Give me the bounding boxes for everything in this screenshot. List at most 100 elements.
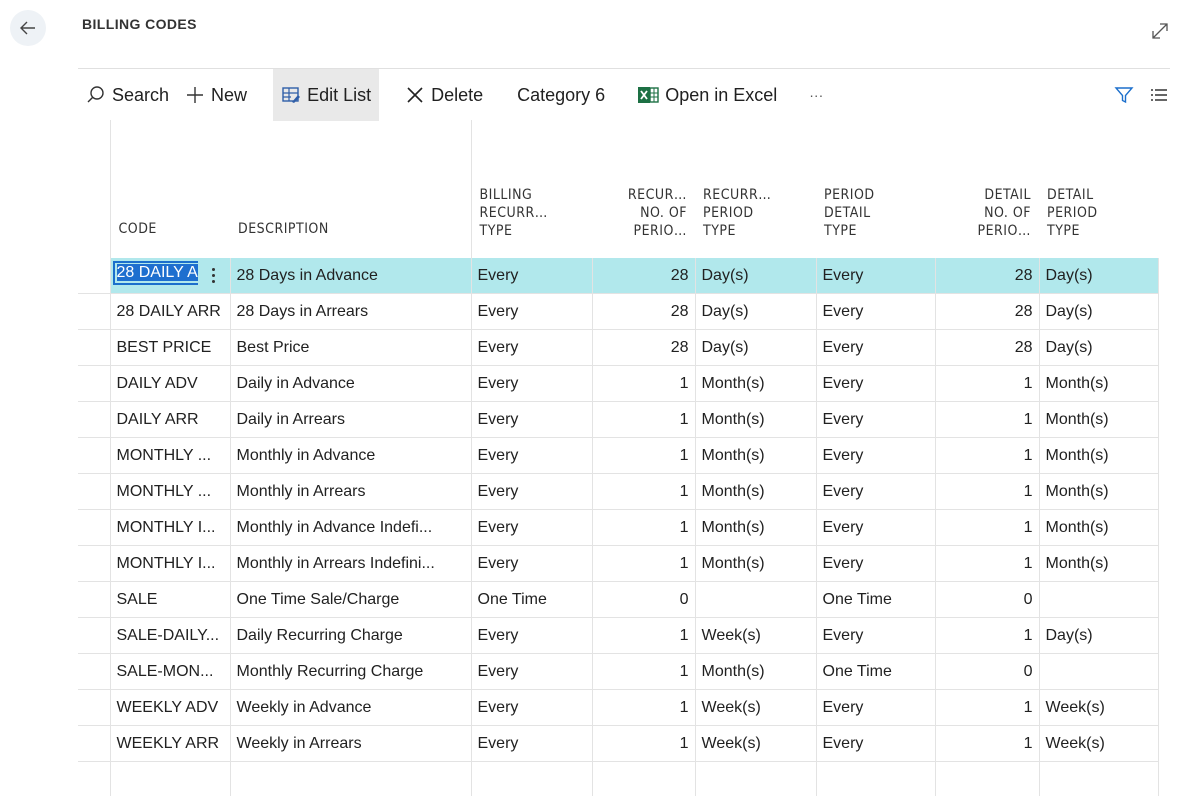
cell-rec-no[interactable]: 1	[592, 546, 695, 582]
cell-detail-no[interactable]: 1	[935, 690, 1039, 726]
cell-rec-type[interactable]: Month(s)	[695, 654, 816, 690]
cell-detail-no[interactable]: 1	[935, 474, 1039, 510]
cell-detail-type[interactable]: Day(s)	[1039, 330, 1158, 366]
cell-detail-type[interactable]	[1039, 654, 1158, 690]
table-row[interactable]: MONTHLY ...Monthly in AdvanceEvery1 Month…	[78, 438, 1158, 474]
column-header-detail-no-of-periods[interactable]: DETAIL NO. OF PERIO…	[935, 120, 1039, 258]
cell-rec-type[interactable]: Month(s)	[695, 366, 816, 402]
column-header-detail-period-type[interactable]: DETAIL PERIOD TYPE	[1039, 120, 1158, 258]
row-gutter[interactable]	[78, 690, 110, 726]
empty-row[interactable]	[78, 762, 1158, 796]
cell-detail-no[interactable]: 1	[935, 618, 1039, 654]
column-header-description[interactable]: DESCRIPTION	[230, 120, 471, 258]
cell-detail-no[interactable]: 1	[935, 366, 1039, 402]
new-button[interactable]: New	[177, 69, 255, 121]
cell-rec-type[interactable]: Month(s)	[695, 546, 816, 582]
cell-code[interactable]: MONTHLY I...	[110, 510, 230, 546]
delete-button[interactable]: Delete	[397, 69, 491, 121]
row-gutter[interactable]	[78, 258, 110, 294]
cell-period-detail[interactable]: Every	[816, 546, 935, 582]
cell-description[interactable]: Monthly in Advance	[230, 438, 471, 474]
cell-code[interactable]: 28 DAILY ARR	[110, 294, 230, 330]
cell-detail-no[interactable]: 1	[935, 510, 1039, 546]
cell-rec-type[interactable]: Week(s)	[695, 690, 816, 726]
cell-rec-no[interactable]: 28	[592, 294, 695, 330]
cell-code[interactable]: BEST PRICE	[110, 330, 230, 366]
cell-detail-type[interactable]: Week(s)	[1039, 726, 1158, 762]
row-gutter[interactable]	[78, 654, 110, 690]
table-row[interactable]: SALE-DAILY...Daily Recurring ChargeEvery…	[78, 618, 1158, 654]
cell-rec-type[interactable]	[695, 582, 816, 618]
row-gutter[interactable]	[78, 294, 110, 330]
cell-detail-type[interactable]: Month(s)	[1039, 474, 1158, 510]
empty-cell[interactable]	[110, 762, 230, 796]
cell-rec-type[interactable]: Month(s)	[695, 402, 816, 438]
cell-period-detail[interactable]: One Time	[816, 582, 935, 618]
row-gutter[interactable]	[78, 330, 110, 366]
cell-detail-type[interactable]: Month(s)	[1039, 510, 1158, 546]
cell-description[interactable]: 28 Days in Arrears	[230, 294, 471, 330]
cell-period-detail[interactable]: One Time	[816, 654, 935, 690]
row-gutter[interactable]	[78, 582, 110, 618]
cell-code[interactable]: MONTHLY ...	[110, 438, 230, 474]
cell-rec-no[interactable]: 1	[592, 654, 695, 690]
table-row[interactable]: SALE-MON...Monthly Recurring ChargeEvery…	[78, 654, 1158, 690]
cell-detail-no[interactable]: 28	[935, 330, 1039, 366]
cell-detail-type[interactable]: Month(s)	[1039, 546, 1158, 582]
table-row[interactable]: MONTHLY I...Monthly in Advance Indefi...…	[78, 510, 1158, 546]
cell-detail-type[interactable]: Day(s)	[1039, 294, 1158, 330]
cell-code[interactable]: DAILY ADV	[110, 366, 230, 402]
back-button[interactable]	[10, 10, 46, 46]
cell-description[interactable]: Monthly in Arrears Indefini...	[230, 546, 471, 582]
row-gutter[interactable]	[78, 474, 110, 510]
expand-icon[interactable]	[1149, 20, 1171, 42]
cell-detail-type[interactable]: Month(s)	[1039, 438, 1158, 474]
cell-period-detail[interactable]: Every	[816, 402, 935, 438]
cell-period-detail[interactable]: Every	[816, 258, 935, 294]
cell-period-detail[interactable]: Every	[816, 294, 935, 330]
cell-code[interactable]: 28 DAILY ADV	[110, 258, 230, 294]
edit-list-button[interactable]: Edit List	[273, 69, 379, 121]
cell-billing[interactable]: Every	[471, 474, 592, 510]
table-row[interactable]: MONTHLY I...Monthly in Arrears Indefini.…	[78, 546, 1158, 582]
cell-description[interactable]: Monthly Recurring Charge	[230, 654, 471, 690]
cell-detail-no[interactable]: 28	[935, 258, 1039, 294]
cell-code[interactable]: SALE-MON...	[110, 654, 230, 690]
category-6-button[interactable]: Category 6	[509, 69, 613, 121]
cell-description[interactable]: Daily Recurring Charge	[230, 618, 471, 654]
cell-billing[interactable]: Every	[471, 438, 592, 474]
cell-description[interactable]: 28 Days in Advance	[230, 258, 471, 294]
open-in-excel-button[interactable]: Open in Excel	[629, 69, 785, 121]
cell-billing[interactable]: Every	[471, 366, 592, 402]
row-gutter[interactable]	[78, 402, 110, 438]
cell-rec-type[interactable]: Month(s)	[695, 474, 816, 510]
cell-rec-type[interactable]: Week(s)	[695, 726, 816, 762]
cell-period-detail[interactable]: Every	[816, 330, 935, 366]
cell-description[interactable]: Weekly in Arrears	[230, 726, 471, 762]
cell-detail-no[interactable]: 0	[935, 654, 1039, 690]
cell-rec-no[interactable]: 1	[592, 690, 695, 726]
cell-rec-type[interactable]: Month(s)	[695, 510, 816, 546]
cell-code[interactable]: SALE	[110, 582, 230, 618]
cell-detail-type[interactable]: Month(s)	[1039, 366, 1158, 402]
cell-billing[interactable]: One Time	[471, 582, 592, 618]
cell-rec-no[interactable]: 1	[592, 438, 695, 474]
empty-cell[interactable]	[471, 762, 592, 796]
column-header-period-detail-type[interactable]: PERIOD DETAIL TYPE	[816, 120, 935, 258]
cell-billing[interactable]: Every	[471, 294, 592, 330]
row-gutter[interactable]	[78, 546, 110, 582]
cell-description[interactable]: Monthly in Advance Indefi...	[230, 510, 471, 546]
cell-description[interactable]: Monthly in Arrears	[230, 474, 471, 510]
cell-period-detail[interactable]: Every	[816, 690, 935, 726]
cell-detail-type[interactable]: Day(s)	[1039, 618, 1158, 654]
cell-rec-no[interactable]: 1	[592, 510, 695, 546]
cell-billing[interactable]: Every	[471, 258, 592, 294]
cell-code[interactable]: WEEKLY ADV	[110, 690, 230, 726]
table-row[interactable]: BEST PRICEBest PriceEvery28Day(s)Every28…	[78, 330, 1158, 366]
cell-detail-no[interactable]: 0	[935, 582, 1039, 618]
cell-description[interactable]: Best Price	[230, 330, 471, 366]
row-gutter[interactable]	[78, 726, 110, 762]
column-header-billing-recurrence-type[interactable]: BILLING RECURR… TYPE	[471, 120, 592, 258]
empty-cell[interactable]	[695, 762, 816, 796]
empty-cell[interactable]	[935, 762, 1039, 796]
